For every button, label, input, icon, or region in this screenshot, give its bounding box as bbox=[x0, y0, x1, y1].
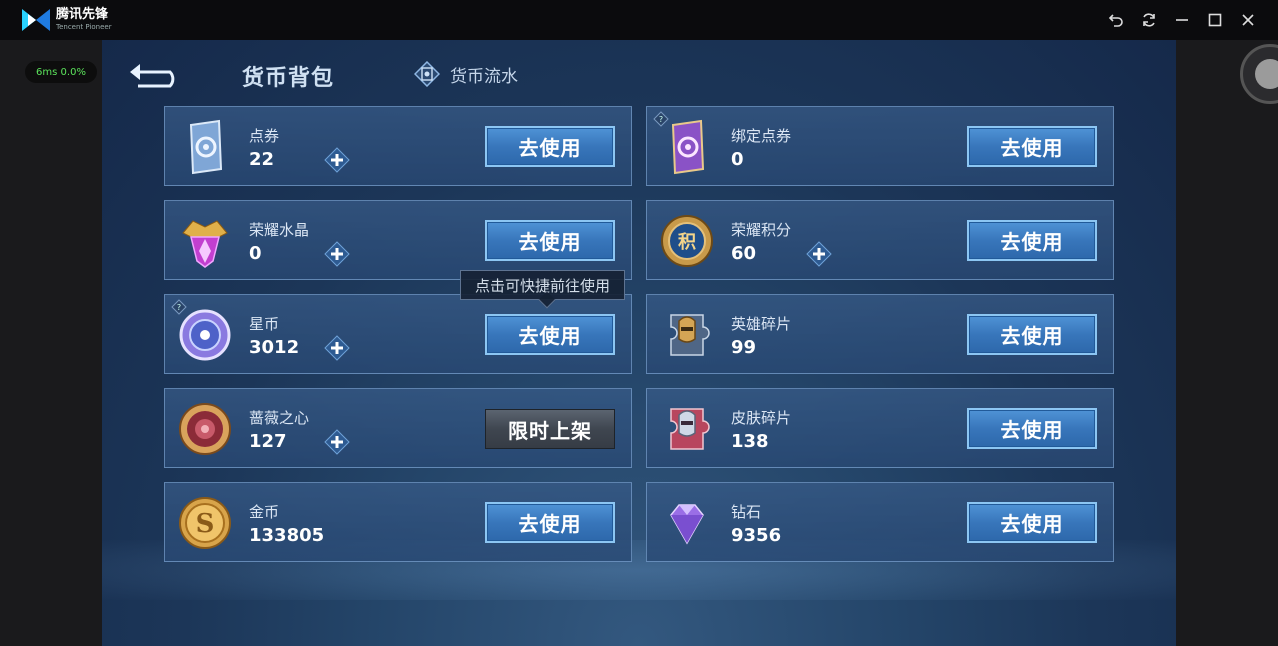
diamond-icon bbox=[670, 504, 704, 545]
add-plus-icon[interactable] bbox=[324, 335, 350, 361]
currency-card-rose-heart: 蔷薇之心 127 限时上架 bbox=[164, 388, 632, 468]
tooltip-text: 点击可快捷前往使用 bbox=[475, 276, 611, 295]
back-arrow-icon[interactable] bbox=[128, 58, 184, 88]
use-button[interactable]: 去使用 bbox=[967, 502, 1097, 543]
currency-count: 138 bbox=[731, 431, 769, 452]
currency-card-coupon: 点券 22 去使用 bbox=[164, 106, 632, 186]
use-button[interactable]: 去使用 bbox=[485, 502, 615, 543]
emulator-right-margin bbox=[1176, 40, 1278, 646]
currency-card-bound-coupon: ? 绑定点券 0 去使用 bbox=[646, 106, 1114, 186]
undo-icon[interactable] bbox=[1105, 9, 1127, 31]
emulator-left-margin bbox=[0, 40, 102, 646]
currency-count: 99 bbox=[731, 337, 757, 358]
tab-currency-flow-label: 货币流水 bbox=[450, 66, 518, 87]
currency-count: 22 bbox=[249, 149, 275, 170]
use-button[interactable]: 去使用 bbox=[967, 220, 1097, 261]
bound-coupon-icon bbox=[671, 119, 705, 175]
currency-name: 英雄碎片 bbox=[731, 315, 792, 333]
star-coin-icon bbox=[179, 309, 231, 361]
currency-name: 钻石 bbox=[731, 503, 762, 521]
currency-name: 金币 bbox=[249, 503, 280, 521]
currency-card-glory-crystal: 荣耀水晶 0 去使用 bbox=[164, 200, 632, 280]
close-icon[interactable] bbox=[1237, 9, 1259, 31]
currency-name: 荣耀水晶 bbox=[249, 221, 310, 239]
currency-count: 9356 bbox=[731, 525, 782, 546]
use-button[interactable]: 去使用 bbox=[485, 314, 615, 355]
glory-points-glyph: 积 bbox=[678, 232, 696, 253]
performance-indicator: 6ms 0.0% bbox=[25, 61, 97, 83]
skin-fragment-icon bbox=[670, 408, 710, 450]
hero-fragment-icon bbox=[670, 314, 710, 356]
gold-coin-icon: S bbox=[179, 497, 231, 549]
currency-card-glory-points: 积 荣耀积分 60 去使用 bbox=[646, 200, 1114, 280]
use-button[interactable]: 去使用 bbox=[485, 126, 615, 167]
currency-name: 皮肤碎片 bbox=[731, 409, 792, 427]
limited-time-button[interactable]: 限时上架 bbox=[485, 409, 615, 449]
add-plus-icon[interactable] bbox=[806, 241, 832, 267]
app-subtitle: Tencent Pioneer bbox=[56, 23, 112, 31]
currency-flow-icon bbox=[414, 61, 440, 87]
add-plus-icon[interactable] bbox=[324, 147, 350, 173]
use-button[interactable]: 去使用 bbox=[967, 314, 1097, 355]
add-plus-icon[interactable] bbox=[324, 429, 350, 455]
coupon-icon bbox=[189, 119, 223, 175]
currency-count: 60 bbox=[731, 243, 757, 264]
quick-use-tooltip: 点击可快捷前往使用 bbox=[460, 270, 626, 309]
currency-count: 0 bbox=[249, 243, 262, 264]
currency-card-diamond: 钻石 9356 去使用 bbox=[646, 482, 1114, 562]
glory-points-icon: 积 bbox=[661, 215, 713, 267]
currency-card-gold-coin: S 金币 133805 去使用 bbox=[164, 482, 632, 562]
currency-count: 133805 bbox=[249, 525, 325, 546]
rose-heart-icon bbox=[179, 403, 231, 455]
tab-currency-flow[interactable]: 货币流水 bbox=[414, 60, 518, 88]
use-button[interactable]: 去使用 bbox=[967, 126, 1097, 167]
app-logo-icon bbox=[22, 9, 50, 31]
game-screen: 货币背包 货币流水 点券 22 去使用 荣耀水晶 0 去使用 ? 星币 3012… bbox=[102, 40, 1176, 646]
add-plus-icon[interactable] bbox=[324, 241, 350, 267]
emulator-titlebar: 腾讯先锋 Tencent Pioneer bbox=[0, 0, 1278, 40]
app-name: 腾讯先锋 bbox=[56, 7, 109, 22]
tab-currency-bag[interactable]: 货币背包 bbox=[242, 60, 334, 92]
currency-name: 点券 bbox=[249, 127, 280, 145]
currency-count: 3012 bbox=[249, 337, 300, 358]
currency-name: 绑定点券 bbox=[731, 127, 792, 145]
currency-name: 蔷薇之心 bbox=[249, 409, 310, 427]
currency-count: 0 bbox=[731, 149, 744, 170]
currency-name: 荣耀积分 bbox=[731, 221, 792, 239]
glory-crystal-icon bbox=[182, 220, 228, 268]
svg-text:S: S bbox=[196, 509, 215, 539]
minimize-icon[interactable] bbox=[1171, 9, 1193, 31]
refresh-icon[interactable] bbox=[1138, 9, 1160, 31]
currency-card-skin-fragment: 皮肤碎片 138 去使用 bbox=[646, 388, 1114, 468]
currency-count: 127 bbox=[249, 431, 287, 452]
maximize-icon[interactable] bbox=[1204, 9, 1226, 31]
use-button[interactable]: 去使用 bbox=[967, 408, 1097, 449]
currency-card-star-coin: ? 星币 3012 去使用 bbox=[164, 294, 632, 374]
currency-name: 星币 bbox=[249, 315, 280, 333]
currency-card-hero-fragment: 英雄碎片 99 去使用 bbox=[646, 294, 1114, 374]
use-button[interactable]: 去使用 bbox=[485, 220, 615, 261]
